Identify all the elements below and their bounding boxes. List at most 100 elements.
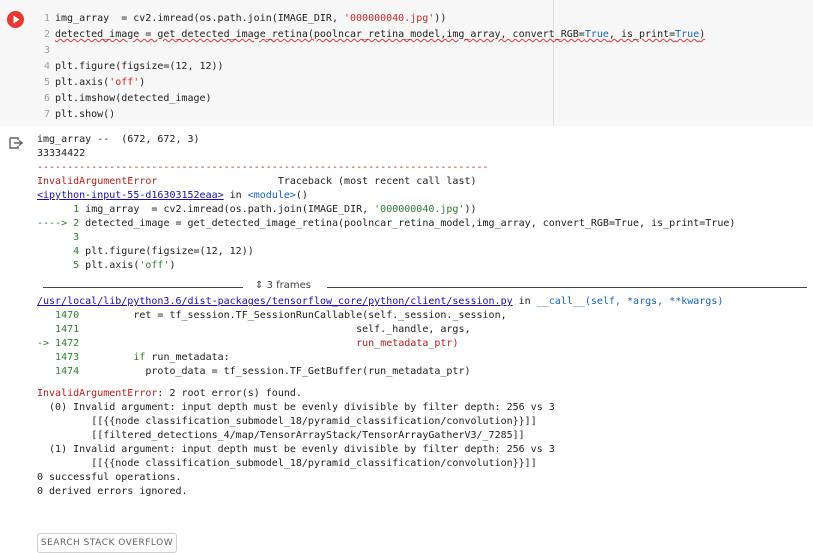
line-number: 1 [43,13,50,24]
code-token: )) [434,13,447,24]
traceback-line-number: 1471 [37,324,86,335]
code-token: '000000040.jpg' [374,204,465,215]
code-token: , is_print= [608,29,676,40]
error-detail-line: (0) Invalid argument: input depth must b… [37,402,555,413]
error-name: InvalidArgumentError [37,176,158,187]
frames-toggle[interactable]: ⇕ 3 frames [249,280,317,291]
error-detail-line: [[filtered_detections_4/map/TensorArrayS… [37,430,525,441]
error-message: : 2 root error(s) found. [157,388,302,399]
code-token: plt.figure(figsize=(12, 12)) [55,61,224,72]
traceback-line-number: 3 [37,232,80,243]
code-token: plt.imshow(detected_image) [55,93,212,104]
traceback-source: /usr/local/lib/python3.6/dist-packages/t… [37,296,724,307]
traceback-line-number: 1473 [37,352,86,363]
line-number: 6 [43,93,50,104]
traceback-line-number: 4 [37,246,86,257]
traceback-line: 1470 ret = tf_session.TF_SessionRunCalla… [37,309,807,323]
code-token: plt.axis( [85,260,140,271]
traceback-line: 3 [37,231,807,245]
code-token: self._handle, args, [85,324,471,335]
traceback-line-number: 1470 [37,310,86,321]
output-arrow-icon[interactable] [9,137,23,149]
code-cell[interactable]: 1 img_array = cv2.imread(os.path.join(IMA… [0,0,813,126]
code-line[interactable]: 1 img_array = cv2.imread(os.path.join(IMA… [36,11,705,27]
traceback-line: 5 plt.axis('off') [37,259,807,273]
code-token: 'off' [109,77,140,88]
error-detail-line: [[{{node classification_submodel_18/pyra… [37,416,537,427]
ipython-input-link[interactable]: <ipython-input-55-d16303152eaa> [37,190,224,201]
code-token: img_array = cv2.imread(os.path.join(IMAG… [85,204,375,215]
cell-output: img_array -- (672, 672, 3) 33334422 ----… [37,133,807,499]
traceback-line-number: 5 [37,260,86,271]
line-number: 3 [43,45,50,56]
code-token: 'off' [139,260,170,271]
error-detail-line: 0 derived errors ignored. [37,486,188,497]
module-name: <module> [247,190,296,201]
code-line[interactable]: 2 detected_image = get_detected_image_ret… [36,27,705,43]
line-number: 2 [43,29,50,40]
code-token: if [133,352,146,363]
code-line[interactable]: 4 plt.figure(figsize=(12, 12)) [36,59,705,75]
error-details: (0) Invalid argument: input depth must b… [37,401,807,499]
code-line[interactable]: 6 plt.imshow(detected_image) [36,91,705,107]
play-icon [13,15,20,24]
line-number: 4 [43,61,50,72]
traceback-line-number: 1474 [37,366,86,377]
code-token: ) [699,29,706,40]
code-token: True [584,29,609,40]
code-token: plt.axis( [55,77,110,88]
error-name: InvalidArgumentError [37,388,158,399]
traceback-line: -> 1472 run_metadata_ptr) [37,337,807,351]
run-cell-button[interactable] [7,11,24,28]
traceback-label: Traceback (most recent call last) [157,176,477,187]
traceback-line: 1473 if run_metadata: [37,351,807,365]
traceback-separator: ----------------------------------------… [37,162,489,173]
current-line-marker: -> 1472 [37,338,86,349]
code-token: proto_data = tf_session.TF_GetBuffer(run… [85,366,471,377]
function-name: __call__ [536,296,585,307]
traceback-block: 1470 ret = tf_session.TF_SessionRunCalla… [37,309,807,379]
traceback-line: 1471 self._handle, args, [37,323,807,337]
traceback-line: ----> 2 detected_image = get_detected_im… [37,217,807,231]
error-detail-line: (1) Invalid argument: input depth must b… [37,444,555,455]
code-line[interactable]: 7 plt.show() [36,107,705,123]
traceback-line: 1474 proto_data = tf_session.TF_GetBuffe… [37,365,807,379]
traceback-line: 1 img_array = cv2.imread(os.path.join(IM… [37,203,807,217]
code-editor[interactable]: 1 img_array = cv2.imread(os.path.join(IMA… [36,11,705,123]
frames-divider: ⇕ 3 frames [37,279,807,295]
code-line[interactable]: 3 [36,43,705,59]
code-token: detected_image = get_detected_image_reti… [85,218,736,229]
code-token: run_metadata: [145,352,230,363]
error-detail-line: [[{{node classification_submodel_18/pyra… [37,458,537,469]
code-token: img_array = cv2.imread(os.path.join(IMAG… [55,13,344,24]
code-token: '000000040.jpg' [343,13,435,24]
function-args: (self, *args, **kwargs) [584,296,724,307]
chevron-updown-icon: ⇕ [255,280,264,291]
error-detail-line: 0 successful operations. [37,472,182,483]
code-token: detected_image = get_detected_image_reti… [55,29,585,40]
code-token: plt.show() [55,109,116,120]
code-token: plt.figure(figsize=(12, 12)) [85,246,254,257]
divider-line [43,287,243,288]
code-token: ret = tf_session.TF_SessionRunCallable(s… [85,310,507,321]
code-token: ) [139,77,146,88]
final-error: InvalidArgumentError: 2 root error(s) fo… [37,387,807,401]
line-number: 7 [43,109,50,120]
output-line: img_array -- (672, 672, 3) [37,134,200,145]
code-token: ) [169,260,176,271]
session-file-link[interactable]: /usr/local/lib/python3.6/dist-packages/t… [37,296,513,307]
traceback-block: 1 img_array = cv2.imread(os.path.join(IM… [37,203,807,273]
traceback-header: InvalidArgumentError Traceback (most rec… [37,175,807,189]
line-number: 5 [43,77,50,88]
code-token: run_metadata_ptr) [356,338,459,349]
code-token: )) [464,204,477,215]
traceback-line: 4 plt.figure(figsize=(12, 12)) [37,245,807,259]
traceback-line-number: 1 [37,204,86,215]
search-stack-overflow-button[interactable]: SEARCH STACK OVERFLOW [37,533,177,553]
output-line: 33334422 [37,148,86,159]
divider-line [327,287,807,288]
code-line[interactable]: 5 plt.axis('off') [36,75,705,91]
traceback-source: <ipython-input-55-d16303152eaa> in <modu… [37,190,308,201]
